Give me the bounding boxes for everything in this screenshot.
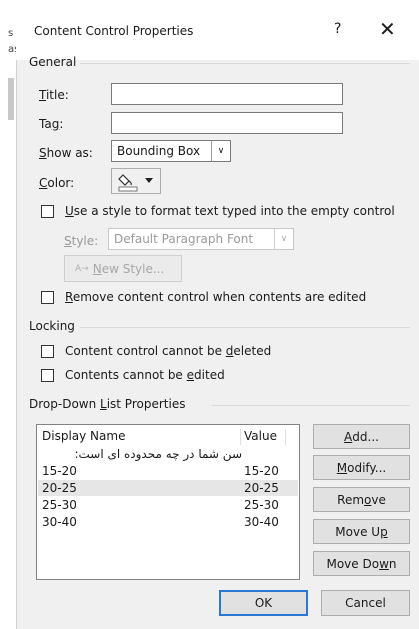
- list-item-name: 15-20: [42, 464, 77, 478]
- list-item-name: 30-40: [42, 515, 77, 529]
- list-item[interactable]: 30-40 30-40: [38, 514, 298, 530]
- dropdown-rule: [212, 405, 410, 406]
- chevron-down-icon: ∨: [211, 141, 230, 161]
- list-item-name: 25-30: [42, 498, 77, 512]
- showas-label: Show as:: [39, 146, 93, 160]
- style-value: Default Paragraph Font: [114, 232, 254, 246]
- column-header-display-name: Display Name: [42, 429, 126, 443]
- cannot-edit-checkbox[interactable]: [41, 369, 54, 382]
- cancel-button[interactable]: Cancel: [321, 590, 410, 616]
- list-item-name: 20-25: [42, 481, 77, 495]
- style-select[interactable]: Default Paragraph Font ∨: [108, 228, 294, 250]
- move-down-button[interactable]: Move Do w n: [313, 551, 410, 576]
- general-heading: General: [29, 55, 77, 69]
- list-header: Display Name Value: [38, 428, 298, 444]
- chevron-down-icon: ∨: [274, 229, 293, 249]
- column-separator: [285, 429, 286, 445]
- style-label: Style:: [64, 234, 99, 248]
- locking-heading: Locking: [29, 319, 75, 333]
- new-style-button[interactable]: A→ New Style...: [64, 255, 182, 282]
- list-item-value: 30-40: [244, 515, 279, 529]
- showas-select[interactable]: Bounding Box ∨: [111, 140, 231, 162]
- list-item[interactable]: 25-30 25-30: [38, 497, 298, 513]
- cannot-edit-label: Contents cannot be edited: [65, 368, 225, 382]
- ok-button[interactable]: OK: [219, 590, 308, 616]
- help-button[interactable]: ?: [334, 21, 341, 37]
- list-item-value: 20-25: [244, 481, 279, 495]
- tag-label: Tag:: [39, 117, 64, 131]
- title-input[interactable]: [111, 83, 343, 105]
- background-bar: [8, 78, 14, 120]
- remove-on-edit-label: Remove content control when contents are…: [65, 290, 367, 304]
- list-item-name: سن شما در چه محدوده ای است:: [74, 447, 242, 461]
- dialog-title: Content Control Properties: [34, 24, 194, 38]
- list-item-value: 25-30: [244, 498, 279, 512]
- dropdown-arrow-icon: [145, 178, 153, 183]
- background-text: s: [8, 28, 14, 39]
- new-style-label: New Style...: [92, 261, 165, 276]
- use-style-checkbox[interactable]: [41, 205, 54, 218]
- dropdown-list[interactable]: Display Name Value سن شما در چه محدوده ا…: [36, 424, 300, 580]
- title-label: Title:: [39, 88, 69, 102]
- color-picker-button[interactable]: [111, 168, 161, 194]
- remove-button[interactable]: Rem o ve: [313, 487, 410, 512]
- tag-input[interactable]: [111, 112, 343, 134]
- cannot-delete-label: Content control cannot be deleted: [65, 344, 272, 358]
- use-style-label: Use a style to format text typed into th…: [65, 204, 395, 218]
- column-header-value: Value: [244, 429, 277, 443]
- showas-value: Bounding Box: [117, 144, 201, 158]
- new-style-icon: A→: [75, 263, 89, 274]
- list-item-value: 15-20: [244, 464, 279, 478]
- list-item-selected[interactable]: 20-25 20-25: [38, 480, 298, 496]
- close-icon[interactable]: ✕: [379, 17, 396, 41]
- list-item[interactable]: 15-20 15-20: [38, 463, 298, 479]
- general-rule: [80, 63, 410, 64]
- modify-button[interactable]: Modify...: [313, 455, 410, 480]
- add-button[interactable]: Add...: [313, 424, 410, 449]
- column-separator: [240, 429, 241, 445]
- paint-bucket-icon: [118, 174, 138, 192]
- remove-on-edit-checkbox[interactable]: [41, 291, 54, 304]
- locking-rule: [80, 327, 410, 328]
- dropdown-heading: Drop-Down List Properties: [29, 397, 186, 411]
- list-item[interactable]: سن شما در چه محدوده ای است:: [38, 446, 298, 462]
- color-label: Color:: [39, 176, 75, 190]
- cannot-delete-checkbox[interactable]: [41, 345, 54, 358]
- move-up-button[interactable]: Move Up: [313, 519, 410, 544]
